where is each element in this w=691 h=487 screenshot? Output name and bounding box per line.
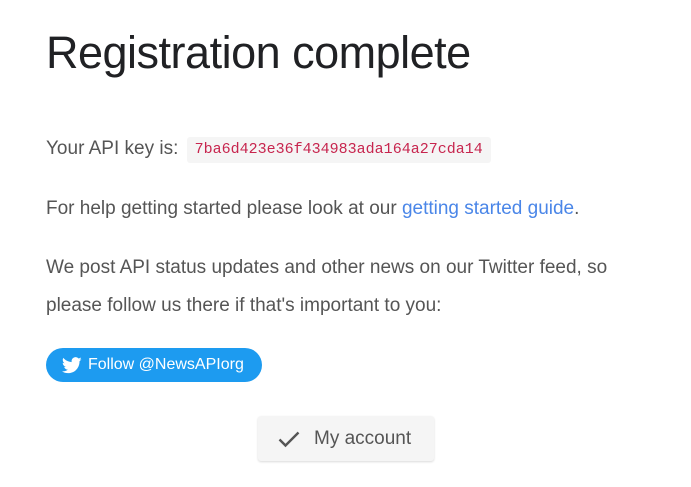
my-account-label: My account <box>314 427 412 449</box>
getting-started-guide-link[interactable]: getting started guide <box>402 198 574 219</box>
help-text-prefix: For help getting started please look at … <box>46 198 402 219</box>
api-key-paragraph: Your API key is: 7ba6d423e36f434983ada16… <box>46 130 491 168</box>
twitter-follow-label: Follow @NewsAPIorg <box>88 356 244 373</box>
news-paragraph: We post API status updates and other new… <box>46 249 607 325</box>
my-account-button[interactable]: My account <box>258 416 434 461</box>
twitter-follow-button[interactable]: Follow @NewsAPIorg <box>46 348 262 382</box>
help-paragraph: For help getting started please look at … <box>46 190 579 228</box>
news-line-2: please follow us there if that's importa… <box>46 295 442 316</box>
help-text-suffix: . <box>574 198 580 219</box>
news-line-1: We post API status updates and other new… <box>46 257 608 278</box>
checkmark-icon <box>278 430 314 448</box>
api-key-label: Your API key is: <box>46 138 179 159</box>
api-key-value[interactable]: 7ba6d423e36f434983ada164a27cda14 <box>186 137 491 163</box>
page-title: Registration complete <box>46 27 471 78</box>
twitter-bird-icon <box>62 356 88 374</box>
